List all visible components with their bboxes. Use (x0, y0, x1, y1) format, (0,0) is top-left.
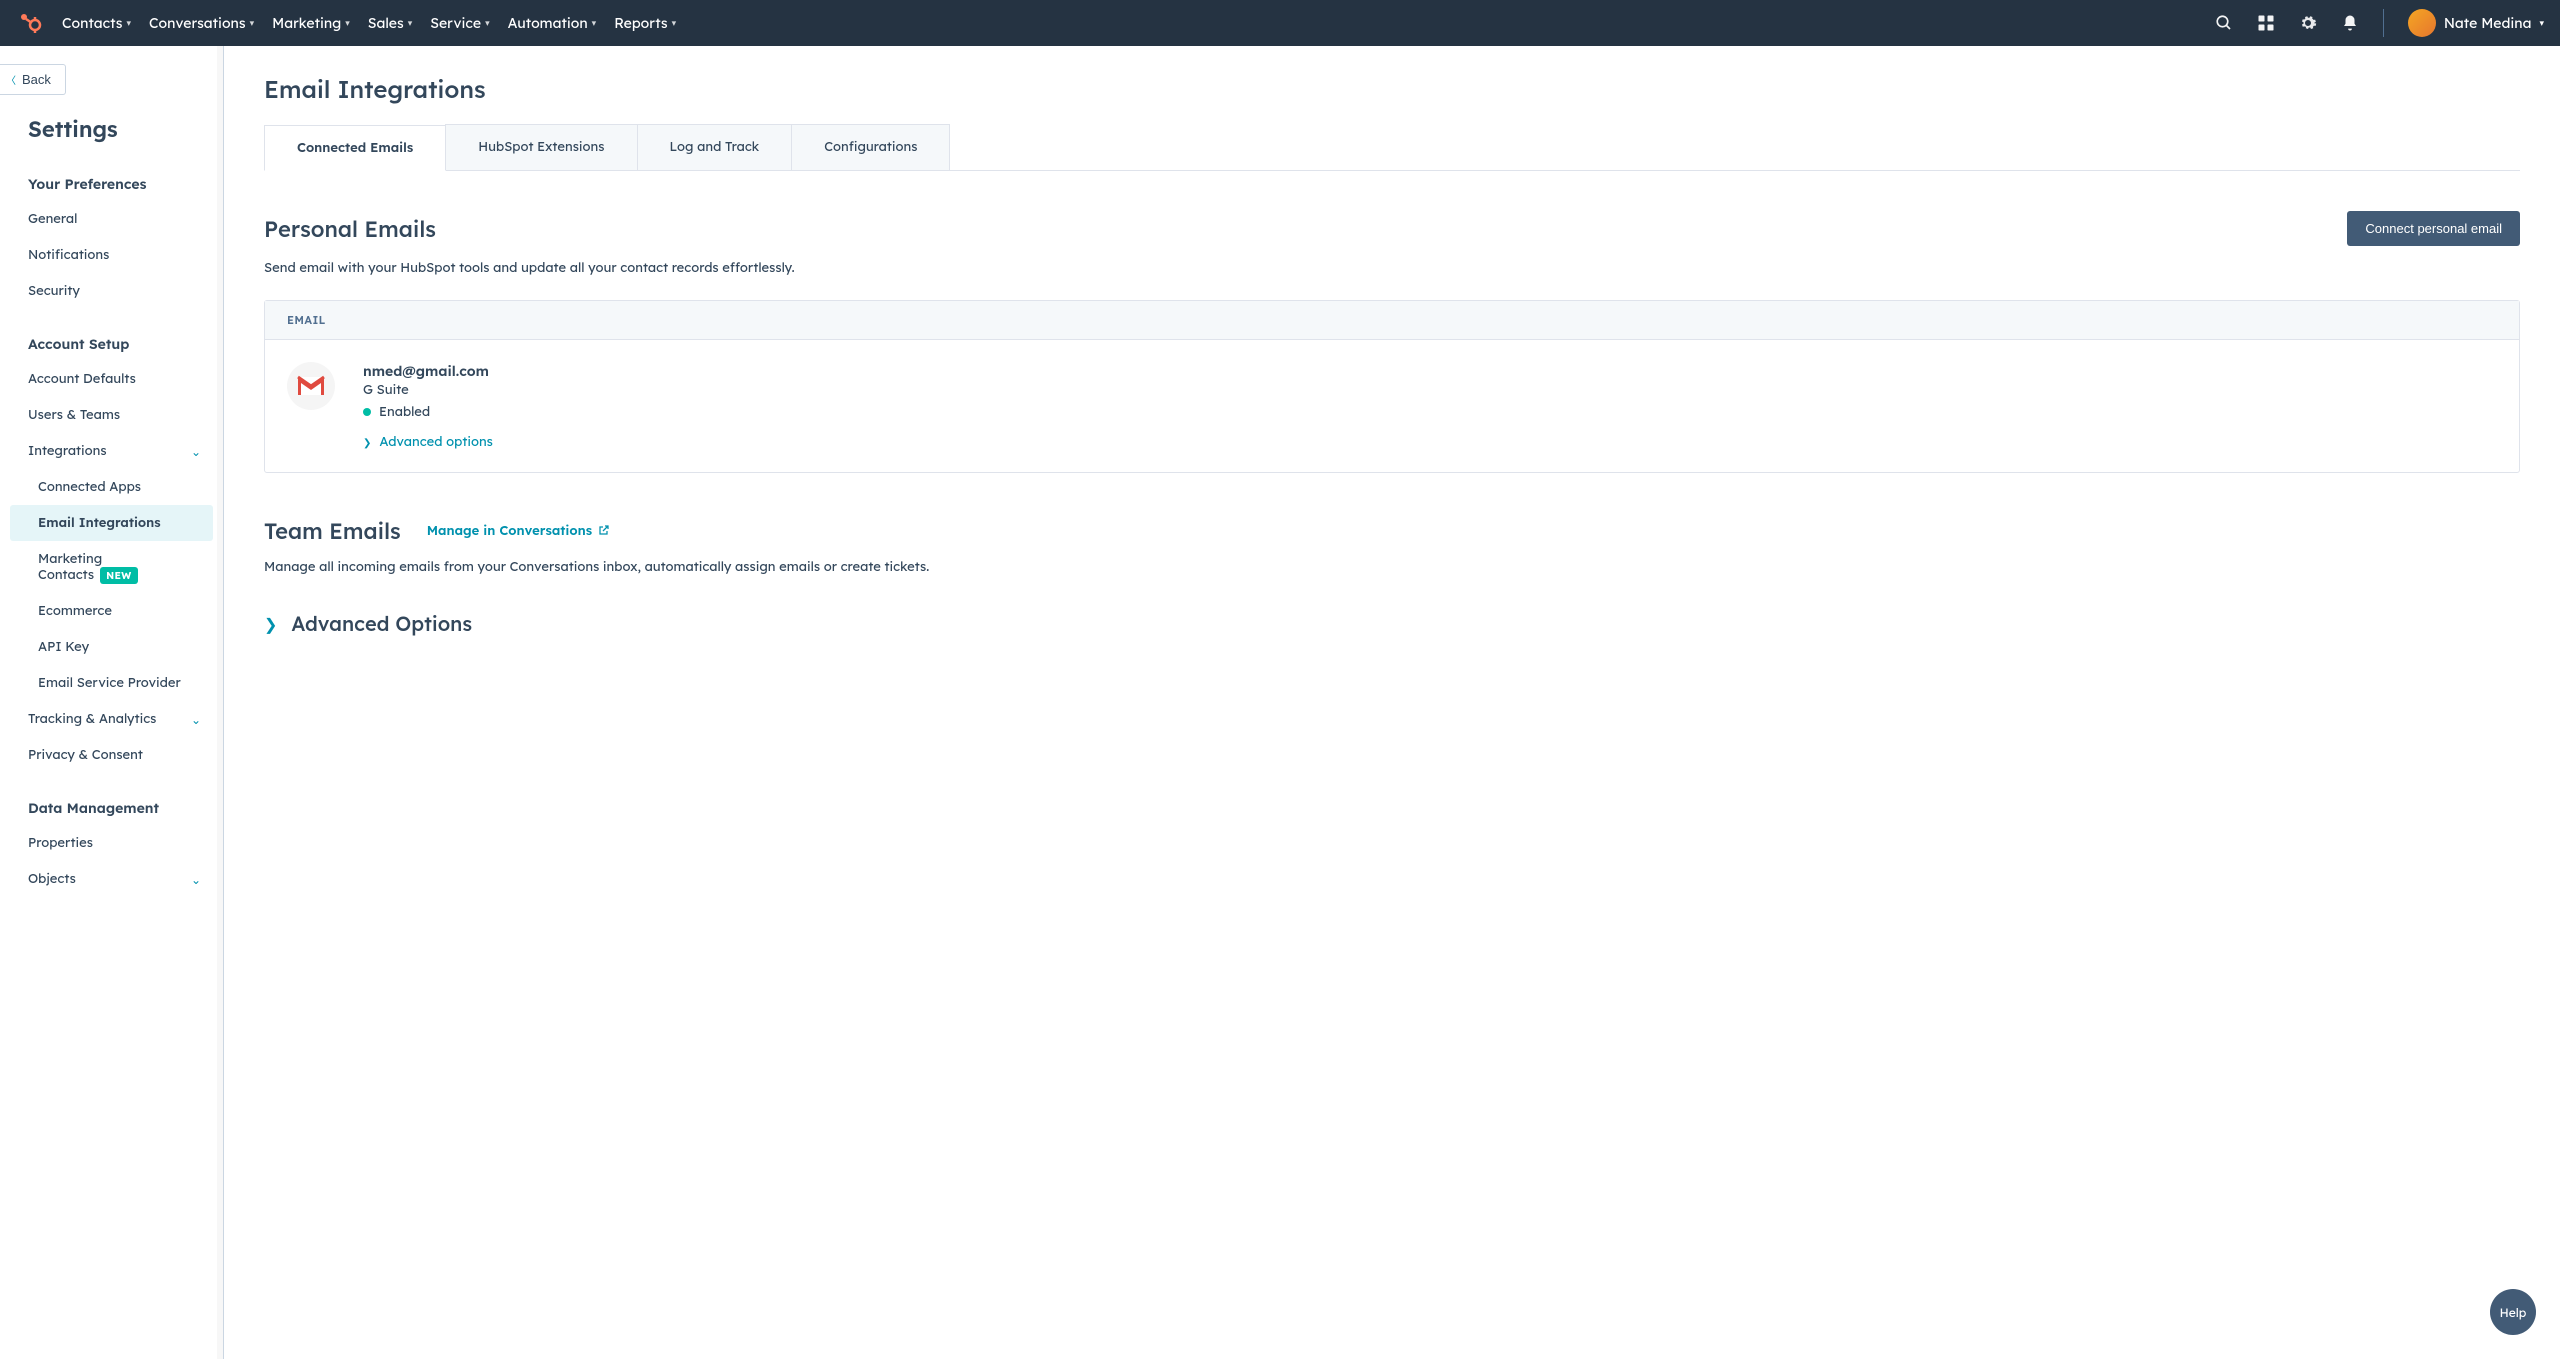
email-account-row: nmed@gmail.com G Suite Enabled ❯ Advance… (265, 340, 2519, 472)
avatar (2408, 9, 2436, 37)
team-emails-subtext: Manage all incoming emails from your Con… (264, 559, 2520, 575)
back-button[interactable]: 〈Back (0, 64, 66, 95)
personal-emails-heading: Personal Emails (264, 215, 436, 243)
sidebar-item-ecommerce[interactable]: Ecommerce (0, 593, 223, 629)
sidebar-item-users-teams[interactable]: Users & Teams (0, 397, 223, 433)
nav-sales[interactable]: Sales▾ (368, 14, 412, 32)
chevron-down-icon: ▾ (250, 18, 255, 29)
sidebar-item-notifications[interactable]: Notifications (0, 237, 223, 273)
external-link-icon (598, 524, 610, 539)
email-provider: G Suite (363, 382, 493, 398)
search-icon[interactable] (2215, 14, 2233, 32)
sidebar-item-email-integrations[interactable]: Email Integrations (10, 505, 213, 541)
tabs: Connected Emails HubSpot Extensions Log … (264, 124, 2520, 171)
column-header-email: EMAIL (265, 301, 2519, 340)
user-name: Nate Medina (2444, 14, 2532, 32)
nav-service[interactable]: Service▾ (430, 14, 489, 32)
email-status: Enabled (379, 404, 430, 420)
scrollbar[interactable] (217, 46, 223, 1359)
chevron-down-icon: ▾ (592, 18, 597, 29)
main-panel: Email Integrations Connected Emails HubS… (224, 46, 2560, 1359)
gear-icon[interactable] (2299, 14, 2317, 32)
sidebar-item-general[interactable]: General (0, 201, 223, 237)
sidebar-item-marketing-contacts[interactable]: Marketing ContactsNEW (0, 541, 223, 593)
nav-automation[interactable]: Automation▾ (508, 14, 597, 32)
chevron-down-icon: ▾ (126, 18, 131, 29)
sidebar-item-api-key[interactable]: API Key (0, 629, 223, 665)
advanced-options-toggle[interactable]: ❯ Advanced options (363, 434, 493, 450)
sidebar-item-properties[interactable]: Properties (0, 825, 223, 861)
user-menu[interactable]: Nate Medina ▾ (2408, 9, 2544, 37)
top-nav: Contacts▾ Conversations▾ Marketing▾ Sale… (0, 0, 2560, 46)
email-address: nmed@gmail.com (363, 362, 489, 380)
marketplace-icon[interactable] (2257, 14, 2275, 32)
personal-emails-table: EMAIL nmed@gmail.com G Suite Enabled ❯ A… (264, 300, 2520, 473)
tab-connected-emails[interactable]: Connected Emails (264, 125, 446, 171)
sidebar-item-objects[interactable]: Objects⌄ (0, 861, 223, 897)
nav-reports[interactable]: Reports▾ (614, 14, 676, 32)
tab-configurations[interactable]: Configurations (791, 124, 950, 170)
group-data-management: Data Management (0, 787, 223, 825)
settings-sidebar: 〈Back Settings Your Preferences General … (0, 46, 224, 1359)
chevron-down-icon: ▾ (345, 18, 350, 29)
gmail-icon (287, 362, 335, 410)
connect-personal-email-button[interactable]: Connect personal email (2347, 211, 2520, 246)
sidebar-item-security[interactable]: Security (0, 273, 223, 309)
tab-log-track[interactable]: Log and Track (637, 124, 793, 170)
chevron-down-icon: ▾ (672, 18, 677, 29)
logo-icon[interactable] (16, 9, 44, 37)
tab-hubspot-extensions[interactable]: HubSpot Extensions (445, 124, 637, 170)
group-account-setup: Account Setup (0, 323, 223, 361)
new-badge: NEW (100, 567, 137, 584)
bell-icon[interactable] (2341, 14, 2359, 32)
help-button[interactable]: Help (2490, 1289, 2536, 1335)
chevron-down-icon: ▾ (2539, 18, 2544, 29)
sidebar-item-integrations[interactable]: Integrations⌄ (0, 433, 223, 469)
settings-title: Settings (0, 111, 223, 163)
chevron-down-icon: ⌄ (191, 444, 201, 459)
group-preferences: Your Preferences (0, 163, 223, 201)
sidebar-item-tracking[interactable]: Tracking & Analytics⌄ (0, 701, 223, 737)
nav-conversations[interactable]: Conversations▾ (149, 14, 254, 32)
chevron-right-icon: ❯ (363, 436, 371, 449)
chevron-down-icon: ▾ (485, 18, 490, 29)
sidebar-item-privacy[interactable]: Privacy & Consent (0, 737, 223, 773)
sidebar-item-connected-apps[interactable]: Connected Apps (0, 469, 223, 505)
nav-marketing[interactable]: Marketing▾ (272, 14, 350, 32)
status-dot-icon (363, 408, 371, 416)
page-title: Email Integrations (264, 74, 2520, 104)
chevron-down-icon: ⌄ (191, 872, 201, 887)
manage-in-conversations-link[interactable]: Manage in Conversations (427, 523, 610, 539)
chevron-down-icon: ▾ (408, 18, 413, 29)
personal-emails-subtext: Send email with your HubSpot tools and u… (264, 260, 2520, 276)
divider (2383, 9, 2384, 37)
sidebar-item-esp[interactable]: Email Service Provider (0, 665, 223, 701)
chevron-left-icon: 〈 (6, 72, 16, 87)
nav-contacts[interactable]: Contacts▾ (62, 14, 131, 32)
chevron-down-icon: ⌄ (191, 712, 201, 727)
sidebar-item-account-defaults[interactable]: Account Defaults (0, 361, 223, 397)
team-emails-heading: Team Emails (264, 517, 401, 545)
advanced-options-section-toggle[interactable]: ❯ Advanced Options (264, 611, 2520, 636)
chevron-right-icon: ❯ (264, 614, 277, 634)
